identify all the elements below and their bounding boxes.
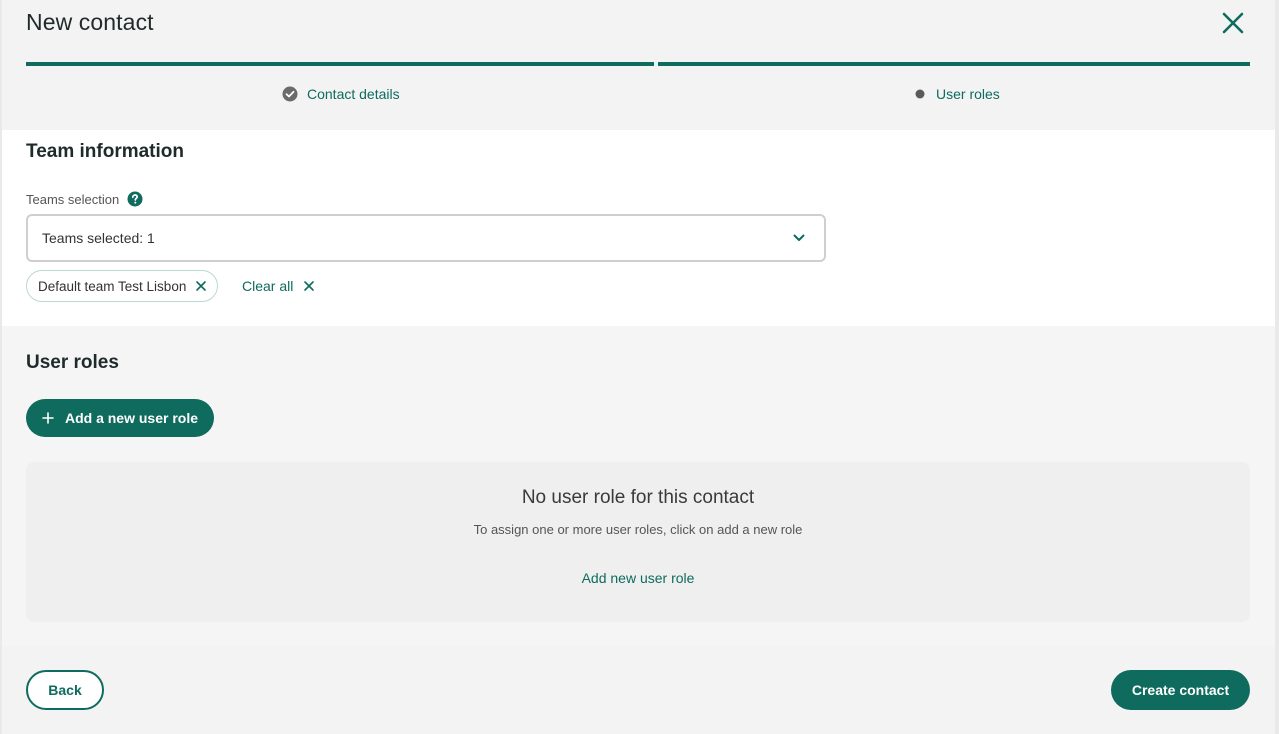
new-contact-modal: New contact Contact details User roles T…: [2, 0, 1275, 734]
team-chip-label: Default team Test Lisbon: [38, 278, 187, 294]
teams-selection-label: Teams selection: [26, 191, 120, 207]
add-new-user-role-link[interactable]: Add new user role: [26, 570, 1250, 586]
check-circle-icon: [282, 86, 298, 102]
empty-state: No user role for this contact To assign …: [26, 462, 1250, 622]
help-icon[interactable]: [127, 191, 143, 207]
teams-select-value: Teams selected: 1: [42, 230, 155, 246]
modal-footer: Back Create contact: [2, 646, 1275, 734]
add-user-role-label: Add a new user role: [64, 410, 199, 426]
back-button[interactable]: Back: [26, 670, 104, 710]
user-roles-section: User roles Add a new user role No user r…: [2, 326, 1275, 646]
empty-state-title: No user role for this contact: [521, 487, 755, 508]
teams-selection-label-row: Teams selection: [26, 191, 143, 207]
team-chip: Default team Test Lisbon: [26, 270, 218, 302]
step-progress-user-roles: [658, 62, 1250, 66]
close-button[interactable]: [1220, 10, 1246, 36]
chevron-down-icon: [792, 231, 806, 248]
user-roles-title: User roles: [26, 352, 119, 373]
add-user-role-button[interactable]: Add a new user role: [26, 399, 214, 437]
plus-icon: [42, 412, 54, 424]
teams-select[interactable]: Teams selected: 1: [26, 214, 826, 262]
step-user-roles[interactable]: User roles: [913, 86, 1000, 102]
step-progress-contact-details: [26, 62, 654, 66]
clear-all-button[interactable]: Clear all: [242, 278, 315, 294]
clear-all-label: Clear all: [242, 278, 294, 294]
team-information-title: Team information: [26, 141, 184, 162]
remove-chip-icon[interactable]: [195, 280, 207, 295]
dot-icon: [913, 87, 927, 101]
create-contact-button[interactable]: Create contact: [1111, 670, 1250, 710]
step-label-user-roles: User roles: [936, 86, 1000, 102]
empty-state-subtitle: To assign one or more user roles, click …: [473, 522, 803, 537]
page-title: New contact: [26, 9, 154, 35]
clear-all-icon: [303, 280, 315, 292]
team-information-section: Team information Teams selection Teams s…: [2, 130, 1275, 326]
step-contact-details[interactable]: Contact details: [282, 86, 400, 102]
step-label-contact-details: Contact details: [307, 86, 400, 102]
modal-header: New contact Contact details User roles: [2, 0, 1275, 130]
close-icon: [1222, 12, 1244, 34]
